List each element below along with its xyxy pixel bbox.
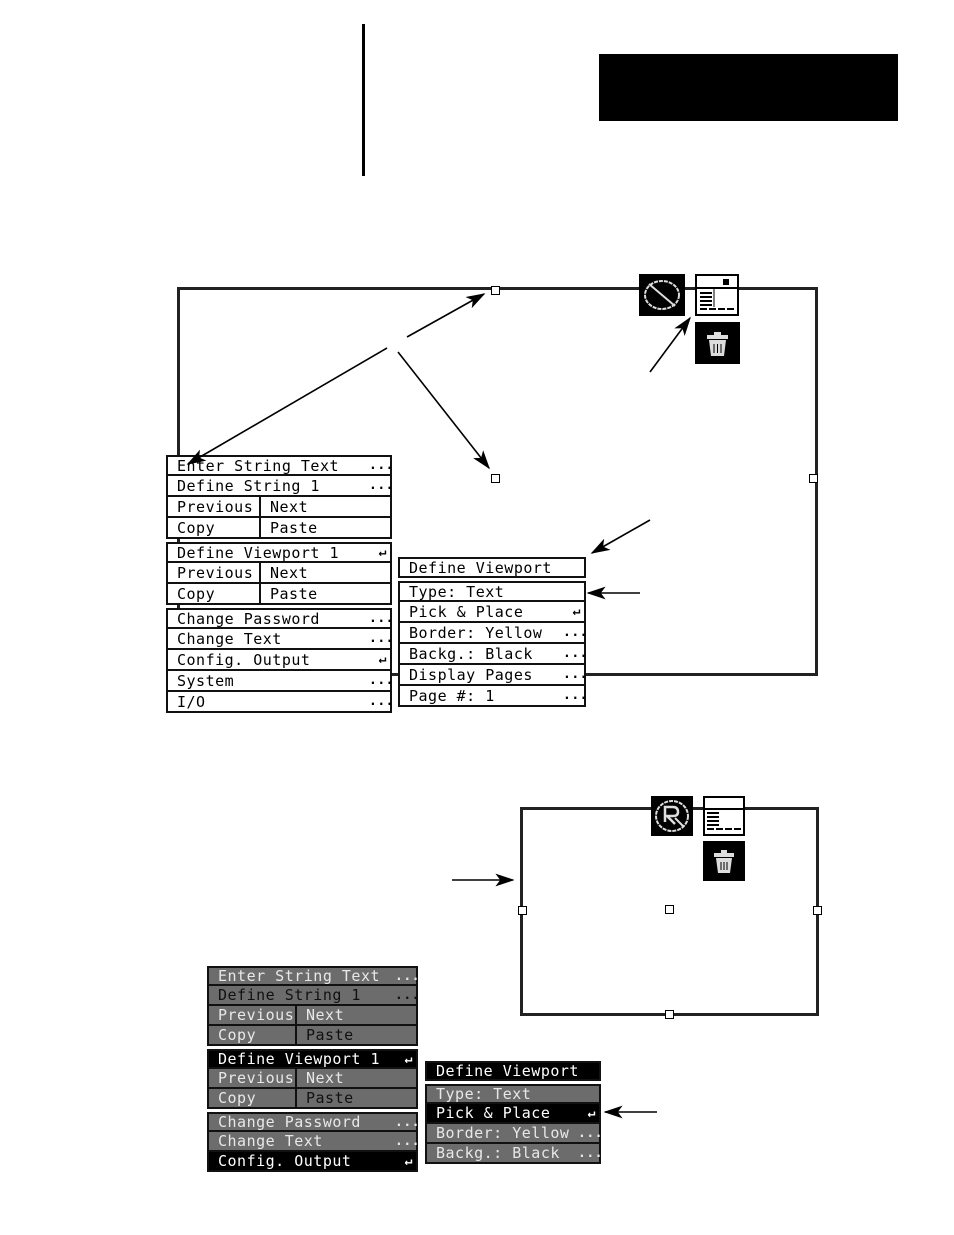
callout-arrow <box>397 351 490 470</box>
callout-arrows <box>186 293 691 1119</box>
callout-arrow <box>406 293 486 338</box>
callout-arrow <box>590 519 651 554</box>
callout-arrow <box>186 347 388 465</box>
callout-arrow <box>649 316 691 373</box>
